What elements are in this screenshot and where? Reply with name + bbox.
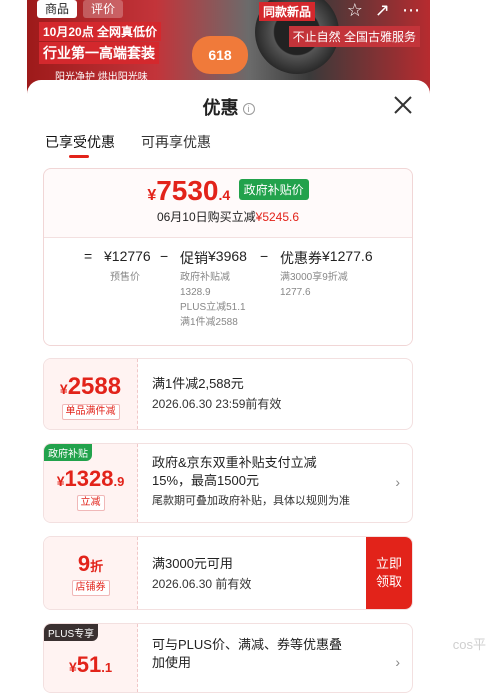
coupon-amount-value: 51 (76, 652, 102, 677)
watermark: cos平 (452, 637, 486, 652)
coupon-card-full-reduction: ¥2588 单品满件减 满1件减2,588元 2026.06.30 23:59前… (43, 358, 413, 430)
minus-sign-2: − (260, 248, 269, 264)
claim-button-line-2: 领取 (375, 574, 402, 589)
share-icon[interactable]: ↗ (375, 0, 390, 21)
coupon-main-text: 可与PLUS价、满减、券等优惠叠 (152, 637, 342, 652)
claim-button-line-1: 立即 (375, 556, 402, 571)
promo-detail-line: 政府补贴减 (180, 272, 230, 283)
promo-detail-line: 满1件减2588 (180, 317, 238, 328)
close-icon[interactable] (392, 94, 414, 116)
coupon-main-text-2: 加使用 (152, 655, 192, 670)
coupon-info: 可与PLUS价、满减、券等优惠叠 加使用 (152, 624, 402, 692)
sheet-title: 优惠 i (27, 94, 430, 120)
banner-line-1: 10月20点 全网真低价 (39, 22, 162, 41)
coupon-info: 满1件减2,588元 2026.06.30 23:59前有效 (152, 359, 402, 429)
coupon-type-pill: 立减 (76, 495, 105, 511)
coupon-currency: ¥ (59, 381, 68, 397)
plus-exclusive-corner-tag: PLUS专享 (44, 624, 99, 641)
final-price-decimal: .4 (218, 187, 231, 203)
presale-label: 预售价 (110, 272, 140, 283)
coupon-amount-decimal: .9 (113, 474, 125, 489)
promo-detail-line: PLUS立减51.1 (180, 302, 246, 313)
saving-prefix: 06月10日购买立减 (156, 210, 256, 224)
promo-details: 政府补贴减 1328.9 PLUS立减51.1 满1件减2588 (180, 270, 246, 330)
star-icon[interactable]: ☆ (347, 0, 363, 21)
tab-more-discounts[interactable]: 可再享优惠 (141, 132, 211, 158)
coupon-details: 满3000享9折减 1277.6 (280, 270, 348, 300)
coupon-currency: ¥ (68, 659, 77, 675)
coupon-amount-value: 9 (77, 551, 91, 576)
minus-sign-1: − (160, 248, 169, 264)
promo-detail-line: 1328.9 (180, 287, 211, 298)
coupon-main-text: 政府&京东双重补贴支付立减 (152, 455, 317, 470)
gov-subsidy-tag: 政府补贴价 (238, 179, 309, 200)
tab-reviews[interactable]: 评价 (83, 0, 124, 18)
coupon-label: 优惠券 (280, 250, 322, 266)
tab-enjoyed-discounts[interactable]: 已享受优惠 (45, 132, 115, 158)
coupon-main-text-2: 15%，最高1500元 (152, 473, 259, 488)
coupon-card-plus[interactable]: ¥51.1 PLUS专享 可与PLUS价、满减、券等优惠叠 加使用 › (43, 623, 413, 693)
gov-subsidy-corner-tag: 政府补贴 (44, 444, 92, 461)
price-breakdown: = ¥12776 − 促销 ¥3968 − 优惠券 ¥1277.6 预售价 政府… (44, 237, 412, 345)
coupon-type-pill: 单品满件减 (61, 404, 120, 420)
coupon-amount-decimal: .1 (101, 660, 113, 675)
promo-label: 促销 (180, 250, 208, 266)
coupon-amount: ¥1277.6 (322, 248, 373, 264)
618-badge: 618 (192, 36, 248, 74)
discount-sheet: 优惠 i 已享受优惠 可再享优惠 ¥7530.4 政府补贴价 06月10日购买立减… (27, 80, 430, 693)
coupon-currency: ¥ (56, 473, 65, 489)
chevron-right-icon[interactable]: › (395, 474, 400, 490)
coupon-info: 满3000元可用 2026.06.30 前有效 (152, 537, 356, 609)
coupon-amount-value: 2588 (67, 373, 122, 400)
coupon-card-gov-subsidy[interactable]: ¥1328.9 立减 政府补贴 政府&京东双重补贴支付立减 15%，最高1500… (43, 443, 413, 523)
chevron-right-icon[interactable]: › (395, 654, 400, 670)
final-price-currency: ¥ (147, 187, 157, 204)
price-summary-card: ¥7530.4 政府补贴价 06月10日购买立减¥5245.6 = ¥12776… (43, 168, 413, 346)
final-price: ¥7530.4 政府补贴价 (44, 169, 412, 207)
coupon-expiry: 2026.06.30 23:59前有效 (152, 397, 282, 411)
coupon-amount-value: 1328 (64, 466, 114, 491)
coupon-amount: 9折 (44, 537, 137, 577)
final-price-section: ¥7530.4 政府补贴价 06月10日购买立减¥5245.6 (44, 169, 412, 237)
coupon-detail-line: 1277.6 (280, 287, 311, 298)
coupon-amount: ¥2588 (44, 359, 137, 401)
claim-coupon-button[interactable]: 立即 领取 (366, 537, 412, 609)
saving-amount: ¥5245.6 (255, 210, 300, 224)
coupon-info: 政府&京东双重补贴支付立减 15%，最高1500元 尾款期可叠加政府补贴，具体以… (152, 444, 402, 522)
coupon-main-text: 满3000元可用 (152, 556, 233, 571)
equals-sign: = (84, 248, 93, 264)
banner-line-2: 行业第一高端套装 (39, 42, 159, 64)
banner-right-text: 不止自然 全国古雅服务 (288, 26, 420, 47)
coupon-card-store: 9折 店铺券 满3000元可用 2026.06.30 前有效 立即 领取 (43, 536, 413, 610)
final-price-main: 7530 (156, 175, 219, 206)
presale-amount: ¥12776 (104, 248, 151, 264)
coupon-value-area: 9折 店铺券 (44, 537, 138, 609)
product-page-tabs: 商品 评价 (37, 0, 124, 18)
banner-tag: 同款新品 (259, 2, 316, 21)
coupon-unit: 折 (90, 559, 104, 574)
sheet-title-text: 优惠 (202, 98, 239, 118)
coupon-main-text: 满1件减2,588元 (152, 376, 244, 391)
info-icon[interactable]: i (242, 103, 255, 115)
coupon-rule-note: 尾款期可叠加政府补贴，具体以规则为准 (152, 495, 350, 507)
coupon-expiry: 2026.06.30 前有效 (152, 577, 252, 591)
top-icons: ☆ ↗ ⋯ (347, 0, 420, 21)
tab-product[interactable]: 商品 (37, 0, 78, 18)
coupon-value-area: ¥2588 单品满件减 (44, 359, 138, 429)
more-icon[interactable]: ⋯ (402, 0, 420, 21)
coupon-detail-line: 满3000享9折减 (280, 272, 348, 283)
discount-tabs: 已享受优惠 可再享优惠 (45, 132, 211, 158)
coupon-type-pill: 店铺券 (71, 580, 110, 596)
purchase-saving-line: 06月10日购买立减¥5245.6 (44, 208, 412, 225)
claim-button-label: 立即 领取 (376, 555, 402, 591)
promo-amount: ¥3968 (208, 248, 247, 264)
